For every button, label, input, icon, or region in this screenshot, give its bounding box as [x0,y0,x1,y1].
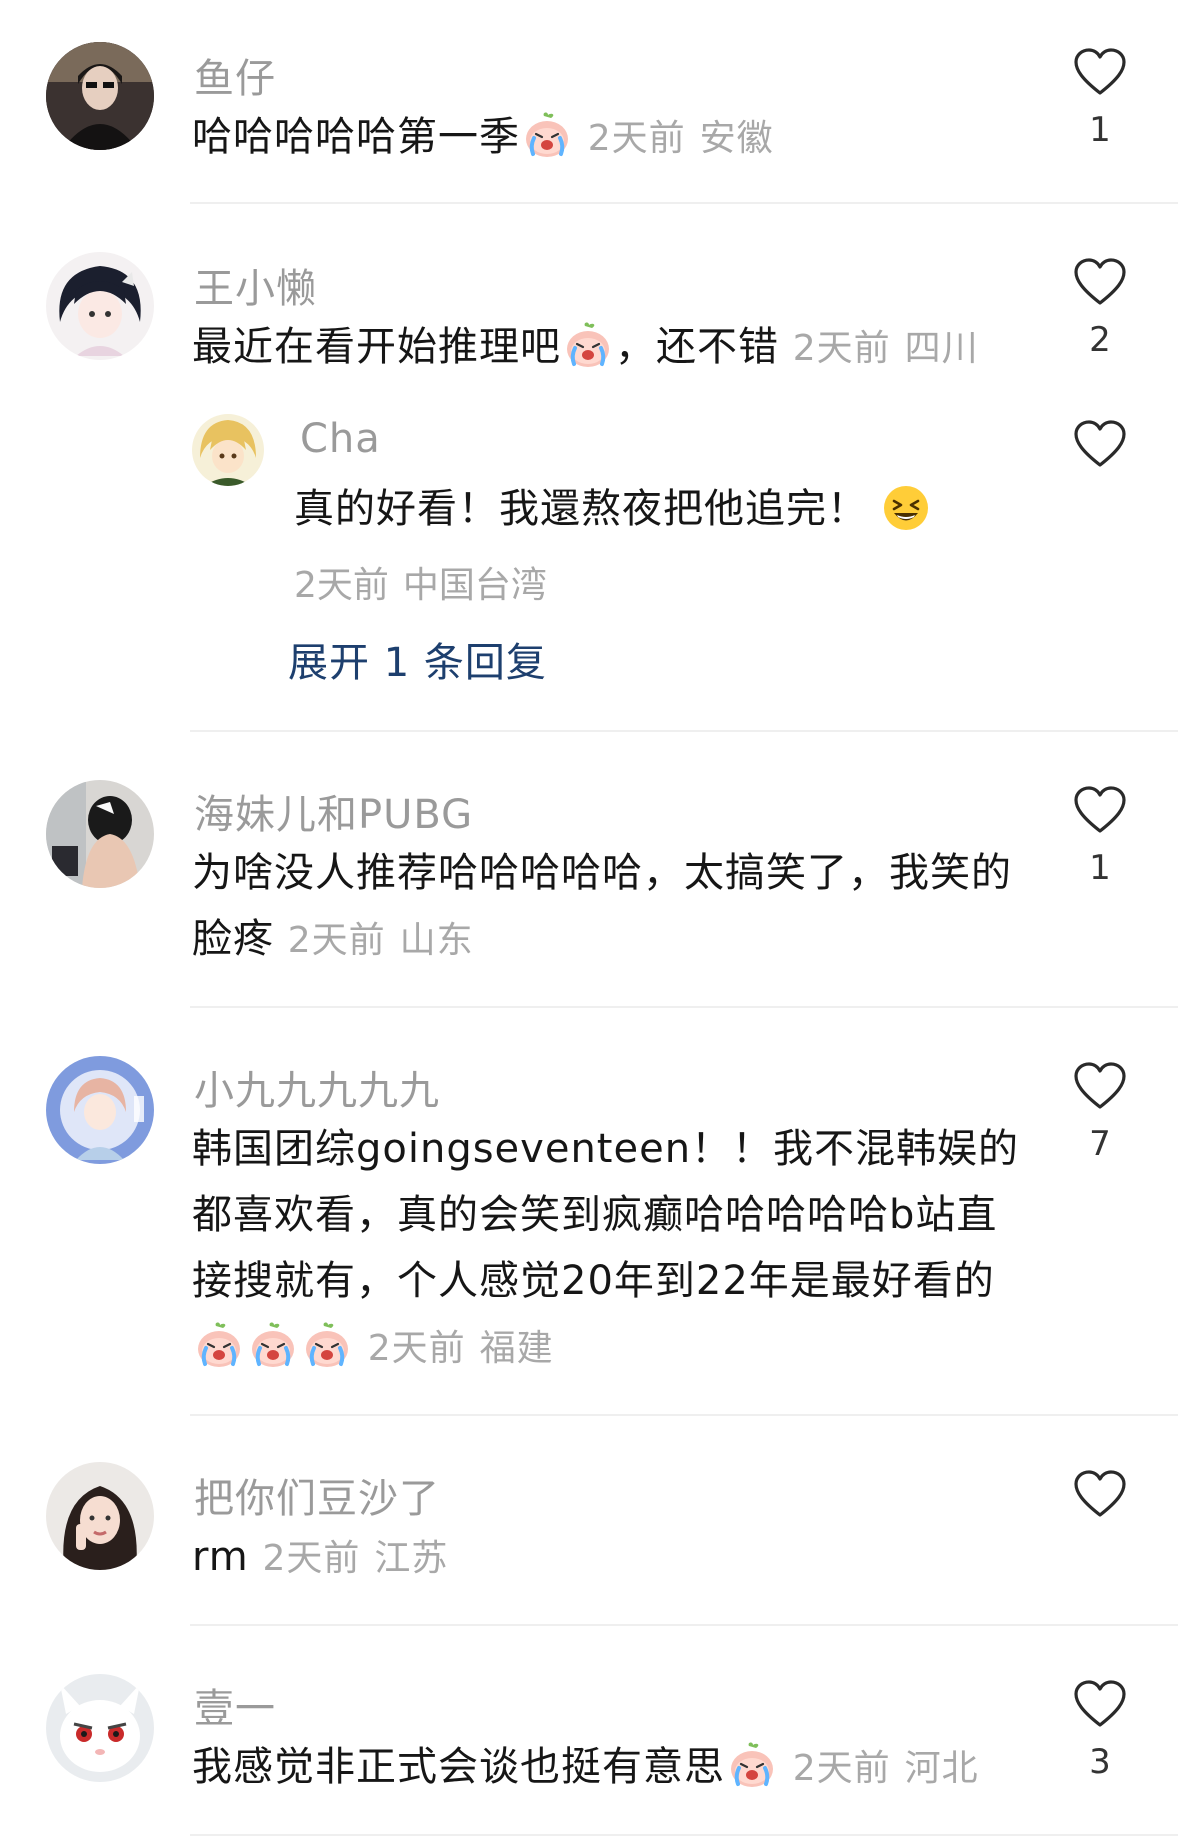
like-button[interactable] [1060,420,1140,468]
divider [190,730,1178,732]
like-count: 1 [1089,110,1111,150]
crying-peach-emoji [727,1740,777,1790]
like-count: 3 [1089,1742,1111,1782]
comment-meta: 2天前 山东 [288,920,474,961]
heart-outline-icon [1074,1470,1126,1518]
heart-outline-icon [1074,420,1126,468]
comment-text: 我感觉非正式会谈也挺有意思 2天前 河北 [192,1734,1022,1802]
comment-author[interactable]: 壹一 [194,1676,276,1734]
comment-text: 哈哈哈哈哈第一季 2天前 安徽 [192,104,992,172]
comment-meta: 2天前 河北 [793,1748,979,1789]
comment-content: rm [192,1534,249,1580]
comment-time: 2天前 [262,1538,361,1579]
like-button[interactable]: 7 [1060,1062,1140,1164]
comment-text: rm 2天前 江苏 [192,1524,1022,1592]
comment-time: 2天前 [792,1748,891,1789]
comment-time: 2天前 [587,118,686,159]
crying-peach-emoji [302,1320,352,1370]
avatar[interactable] [46,780,154,888]
like-count: 7 [1089,1124,1111,1164]
like-count: 1 [1089,848,1111,888]
avatar[interactable] [192,414,264,486]
like-button[interactable]: 3 [1060,1680,1140,1782]
grinning-squinting-face-emoji [882,484,930,532]
divider [190,1834,1178,1836]
heart-outline-icon [1074,786,1126,834]
reply-author[interactable]: Cha [300,416,381,462]
heart-outline-icon [1074,1680,1126,1728]
avatar[interactable] [46,1462,154,1570]
like-button[interactable]: 1 [1060,786,1140,888]
heart-outline-icon [1074,258,1126,306]
avatar[interactable] [46,42,154,150]
heart-outline-icon [1074,48,1126,96]
crying-peach-emoji [522,110,572,160]
divider [190,1624,1178,1626]
divider [190,1006,1178,1008]
reply-content: 真的好看！我還熬夜把他追完！ [294,486,868,532]
comment-location: 四川 [904,328,979,369]
comment-author[interactable]: 把你们豆沙了 [194,1466,440,1524]
divider [190,1414,1178,1416]
comment-author[interactable]: 小九九九九九 [194,1058,440,1116]
comment-time: 2天前 [792,328,891,369]
avatar[interactable] [46,1674,154,1782]
comment-text: 为啥没人推荐哈哈哈哈哈，太搞笑了，我笑的脸疼 2天前 山东 [192,840,1022,974]
reply-location: 中国台湾 [402,565,547,606]
comment-text: 最近在看开始推理吧 ，还不错 2天前 四川 [192,314,1032,382]
comment-text: 韩国团综goingseventeen！！我不混韩娱的都喜欢看，真的会笑到疯癫哈哈… [192,1116,1022,1382]
crying-peach-emoji [194,1320,244,1370]
reply-time: 2天前 [294,565,389,606]
comment-content: 韩国团综goingseventeen！！我不混韩娱的都喜欢看，真的会笑到疯癫哈哈… [192,1126,1020,1304]
comment-author[interactable]: 王小懒 [194,256,317,314]
comment-time: 2天前 [367,1328,466,1369]
reply-text: 真的好看！我還熬夜把他追完！ [294,476,994,542]
comment-location: 安徽 [699,118,774,159]
reply-meta: 2天前 中国台湾 [294,556,547,608]
divider [190,202,1178,204]
comment-content: 我感觉非正式会谈也挺有意思 [192,1744,725,1790]
avatar[interactable] [46,1056,154,1164]
like-count: 2 [1089,320,1111,360]
comment-author[interactable]: 海妹儿和PUBG [194,782,473,840]
crying-peach-emoji [248,1320,298,1370]
comment-location: 山东 [399,920,474,961]
like-button[interactable]: 1 [1060,48,1140,150]
expand-replies-link[interactable]: 展开 1 条回复 [288,630,547,688]
comment-content-tail: ，还不错 [615,324,779,370]
like-button[interactable]: 2 [1060,258,1140,360]
heart-outline-icon [1074,1062,1126,1110]
comment-content: 哈哈哈哈哈第一季 [192,114,520,160]
like-button[interactable] [1060,1470,1140,1518]
comment-time: 2天前 [287,920,386,961]
comment-list: 鱼仔 哈哈哈哈哈第一季 2天前 安徽 1 王小懒 最近在看开始推理吧 ，还不错 … [0,0,1178,1840]
comment-content: 最近在看开始推理吧 [192,324,561,370]
comment-meta: 2天前 江苏 [262,1538,448,1579]
comment-location: 河北 [904,1748,979,1789]
comment-location: 江苏 [374,1538,449,1579]
comment-author[interactable]: 鱼仔 [194,46,276,104]
avatar[interactable] [46,252,154,360]
comment-meta: 2天前 四川 [793,328,979,369]
comment-location: 福建 [479,1328,554,1369]
comment-meta: 2天前 福建 [368,1328,554,1369]
crying-peach-emoji [563,320,613,370]
comment-meta: 2天前 安徽 [588,118,774,159]
